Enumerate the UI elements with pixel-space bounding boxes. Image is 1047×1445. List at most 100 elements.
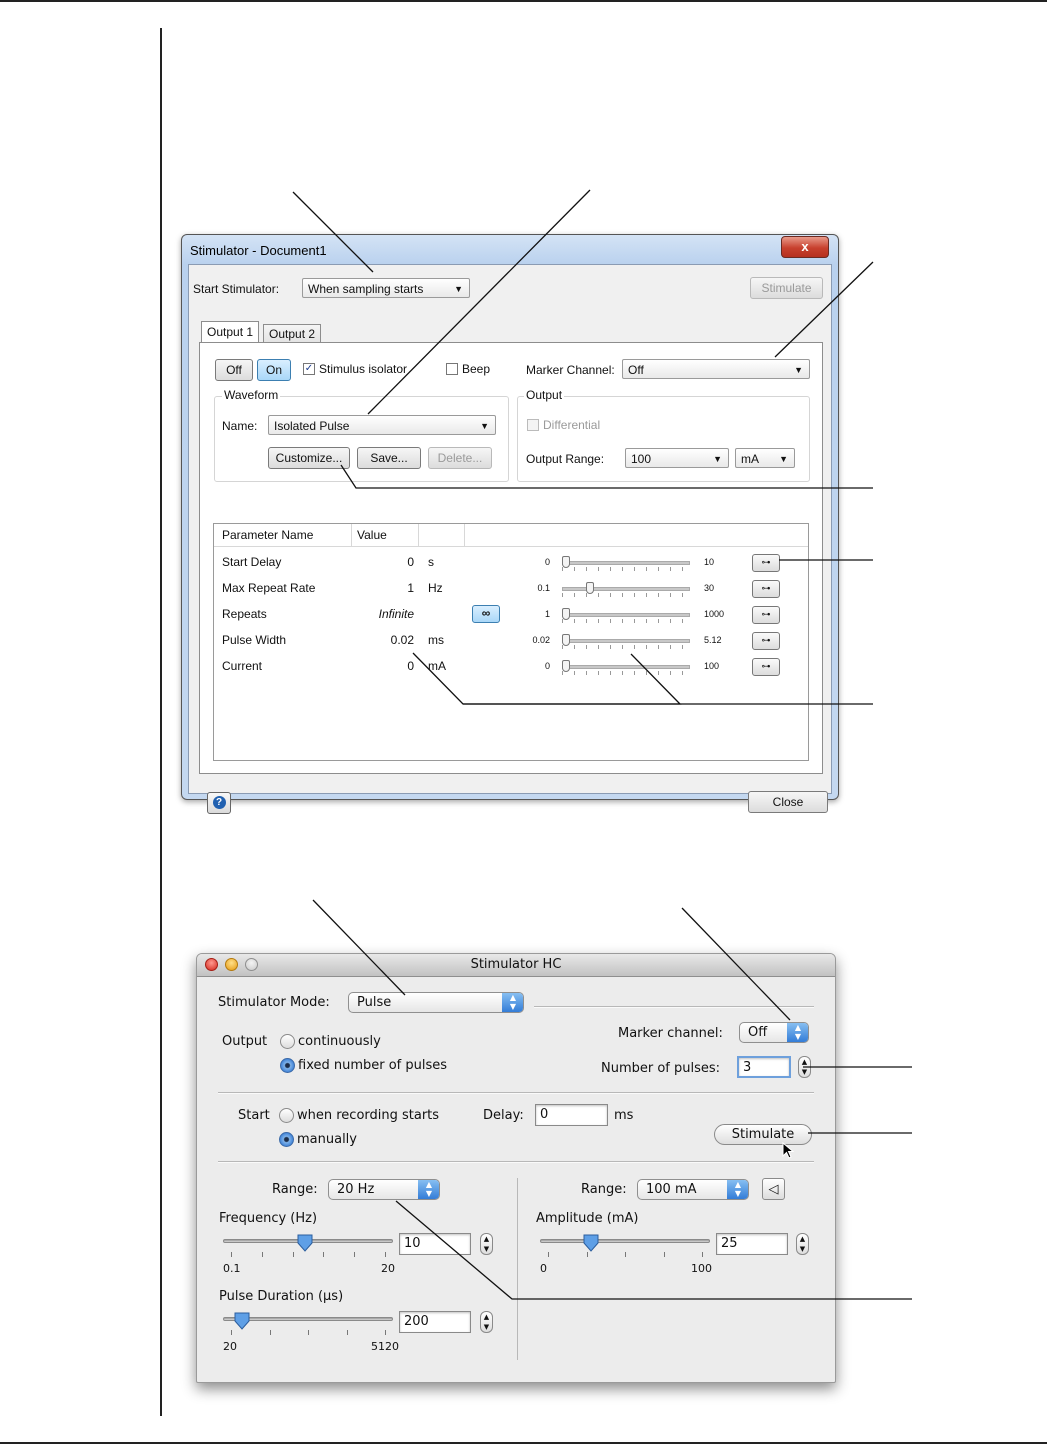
parameter-value[interactable]: Infinite — [379, 607, 414, 621]
frequency-field[interactable]: 10 — [399, 1233, 471, 1255]
slider-settings-button[interactable]: ⊶ — [752, 606, 780, 624]
slider-settings-button[interactable]: ⊶ — [752, 580, 780, 598]
output-range-dropdown[interactable]: 100 ▼ — [625, 448, 729, 468]
table-row[interactable]: Start Delay 0 s 0 10 ⊶ — [214, 550, 808, 576]
parameter-table: Parameter Name Value Start Delay 0 s 0 10 ⊶ Ma… — [213, 523, 809, 761]
table-row[interactable]: Repeats Infinite ∞ 1 1000 ⊶ — [214, 602, 808, 628]
marker-channel-popup[interactable]: Off ▲ ▼ — [739, 1022, 809, 1043]
parameter-unit: Hz — [428, 581, 443, 595]
start-manually-radio[interactable] — [279, 1132, 294, 1147]
on-button[interactable]: On — [257, 359, 291, 381]
frequency-range-popup[interactable]: 20 Hz ▲ ▼ — [328, 1179, 440, 1200]
table-row[interactable]: Pulse Width 0.02 ms 0.02 5.12 ⊶ — [214, 628, 808, 654]
slider-min-label: 0.02 — [532, 635, 550, 645]
parameter-unit: ms — [428, 633, 444, 647]
parameter-value[interactable]: 0.02 — [391, 633, 414, 647]
stimulus-isolator-checkbox[interactable]: ✓ — [303, 363, 315, 375]
parameter-slider[interactable] — [562, 556, 690, 571]
help-button[interactable]: ? — [207, 792, 231, 814]
amplitude-slider[interactable] — [540, 1234, 710, 1264]
pulse-duration-field[interactable]: 200 — [399, 1311, 471, 1333]
output-label: Output — [222, 1034, 268, 1049]
popup-arrows-icon: ▲ ▼ — [502, 993, 523, 1012]
slider-thumb[interactable] — [586, 582, 594, 594]
tab-output-2[interactable]: Output 2 — [263, 324, 322, 343]
slider-knob-icon[interactable] — [297, 1234, 313, 1252]
parameter-slider[interactable] — [562, 660, 690, 675]
output-range-label: Output Range: — [526, 452, 605, 466]
pulse-duration-stepper[interactable]: ▲ ▼ — [480, 1311, 493, 1333]
frequency-range-value: 20 Hz — [337, 1182, 375, 1197]
slider-settings-button[interactable]: ⊶ — [752, 554, 780, 572]
table-row[interactable]: Max Repeat Rate 1 Hz 0.1 30 ⊶ — [214, 576, 808, 602]
slider-thumb[interactable] — [562, 660, 570, 672]
slider-settings-button[interactable]: ⊶ — [752, 658, 780, 676]
waveform-name-dropdown[interactable]: Isolated Pulse ▼ — [268, 415, 496, 435]
amplitude-stepper[interactable]: ▲ ▼ — [796, 1233, 809, 1255]
slider-knob-icon[interactable] — [234, 1312, 250, 1330]
pulse-duration-label: Pulse Duration (µs) — [219, 1289, 344, 1304]
output-fixed-pulses-radio[interactable] — [280, 1058, 295, 1073]
slider-thumb[interactable] — [562, 608, 570, 620]
slider-thumb[interactable] — [562, 634, 570, 646]
pulse-duration-slider[interactable] — [223, 1312, 393, 1342]
number-of-pulses-field[interactable]: 3 — [737, 1056, 791, 1078]
parameter-value[interactable]: 1 — [407, 581, 414, 595]
amplitude-range-popup[interactable]: 100 mA ▲ ▼ — [637, 1179, 749, 1200]
start-when-recording-radio[interactable] — [279, 1108, 294, 1123]
slider-max-label: 5.12 — [704, 635, 722, 645]
stimulate-button[interactable]: Stimulate — [750, 277, 823, 299]
tab-output-1[interactable]: Output 1 — [201, 321, 260, 342]
delay-unit-label: ms — [614, 1108, 634, 1123]
beep-checkbox[interactable] — [446, 363, 458, 375]
mouse-cursor-icon — [782, 1142, 795, 1159]
infinite-toggle-icon[interactable]: ∞ — [472, 605, 500, 623]
amplitude-field[interactable]: 25 — [716, 1233, 788, 1255]
parameter-value[interactable]: 0 — [407, 555, 414, 569]
dialog-client-area: Start Stimulator: When sampling starts ▼… — [188, 264, 832, 814]
save-button[interactable]: Save... — [357, 447, 421, 469]
parameter-slider[interactable] — [562, 608, 690, 623]
stimulate-button[interactable]: Stimulate — [714, 1124, 812, 1145]
marker-channel-dropdown[interactable]: Off ▼ — [622, 359, 810, 379]
off-button[interactable]: Off — [215, 359, 253, 381]
chevron-down-icon: ▼ — [454, 284, 463, 294]
output-unit-dropdown[interactable]: mA ▼ — [735, 448, 795, 468]
stimulator-mode-popup[interactable]: Pulse ▲ ▼ — [348, 992, 524, 1013]
output-continuously-radio[interactable] — [280, 1034, 295, 1049]
output-range-value: 100 — [631, 452, 652, 466]
parameter-name: Max Repeat Rate — [222, 581, 316, 595]
parameter-slider[interactable] — [562, 582, 690, 597]
left-margin-rule — [160, 28, 162, 1416]
amplitude-max-label: 100 — [691, 1262, 712, 1275]
parameter-slider[interactable] — [562, 634, 690, 649]
slider-knob-icon[interactable] — [583, 1234, 599, 1252]
delete-button[interactable]: Delete... — [428, 447, 492, 469]
output-group-label: Output — [524, 388, 565, 402]
differential-checkbox[interactable] — [527, 419, 539, 431]
slider-settings-button[interactable]: ⊶ — [752, 632, 780, 650]
mac-window-title: Stimulator HC — [470, 957, 562, 972]
parameter-unit: s — [428, 555, 434, 569]
delay-field[interactable]: 0 — [535, 1104, 608, 1126]
start-stimulator-dropdown[interactable]: When sampling starts ▼ — [302, 278, 470, 298]
frequency-slider[interactable] — [223, 1234, 393, 1264]
parameter-name: Repeats — [222, 607, 267, 621]
column-header-value: Value — [357, 528, 387, 542]
table-row[interactable]: Current 0 mA 0 100 ⊶ — [214, 654, 808, 680]
window-close-button[interactable]: x — [781, 236, 829, 258]
parameter-value[interactable]: 0 — [407, 659, 414, 673]
speaker-icon[interactable]: ◁ — [762, 1178, 785, 1200]
differential-label: Differential — [543, 418, 601, 432]
number-of-pulses-stepper[interactable]: ▲ ▼ — [798, 1056, 811, 1078]
amplitude-label: Amplitude (mA) — [536, 1211, 639, 1226]
slider-thumb[interactable] — [562, 556, 570, 568]
slider-min-label: 0 — [544, 557, 550, 567]
popup-arrows-icon: ▲ ▼ — [418, 1180, 439, 1199]
frequency-stepper[interactable]: ▲ ▼ — [480, 1233, 493, 1255]
start-label: Start — [238, 1108, 270, 1123]
close-button[interactable]: Close — [748, 791, 828, 813]
waveform-group — [214, 396, 509, 482]
customize-button[interactable]: Customize... — [268, 447, 350, 469]
column-header-parameter-name: Parameter Name — [222, 528, 314, 542]
